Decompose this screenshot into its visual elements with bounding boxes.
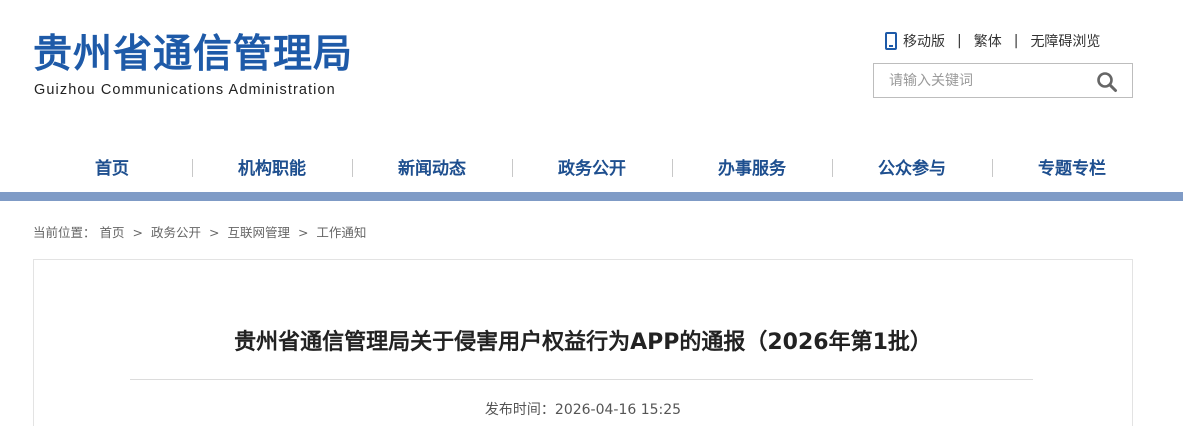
article-title: 贵州省通信管理局关于侵害用户权益行为APP的通报（2026年第1批） [234,330,932,355]
nav-item-services[interactable]: 办事服务 [672,150,832,190]
breadcrumb: 当前位置： 首页 > 政务公开 > 互联网管理 > 工作通知 [33,222,366,241]
breadcrumb-item-internet-management[interactable]: 互联网管理 [227,222,290,241]
nav-item-special-topics[interactable]: 专题专栏 [992,150,1152,190]
search-box [873,63,1133,98]
breadcrumb-item-government-affairs[interactable]: 政务公开 [151,222,201,241]
main-nav: 首页 机构职能 新闻动态 政务公开 办事服务 公众参与 专题专栏 [32,150,1152,190]
publish-time-value: 2026-04-16 15:25 [554,402,682,418]
site-logo-subtitle: Guizhou Communications Administration [34,82,336,98]
mobile-version-link[interactable]: 移动版 [903,31,945,51]
nav-item-news[interactable]: 新闻动态 [352,150,512,190]
site-header: 贵州省通信管理局 Guizhou Communications Administ… [0,0,1183,150]
nav-item-home[interactable]: 首页 [32,150,192,190]
toplink-separator: | [957,33,962,49]
nav-underline-bar [0,192,1183,201]
nav-item-public-participation[interactable]: 公众参与 [832,150,992,190]
site-logo-title[interactable]: 贵州省通信管理局 [33,30,353,80]
search-icon[interactable] [1096,71,1118,93]
nav-item-government-affairs[interactable]: 政务公开 [512,150,672,190]
toplink-separator: | [1013,33,1019,49]
top-links: 移动版 | 繁体 | 无障碍浏览 [885,30,1100,52]
mobile-phone-icon [885,32,897,50]
breadcrumb-item-home[interactable]: 首页 [100,222,125,241]
breadcrumb-item-work-notice[interactable]: 工作通知 [316,222,366,241]
accessibility-link[interactable]: 无障碍浏览 [1030,31,1100,51]
breadcrumb-separator: > [132,225,143,240]
title-divider [130,379,1033,380]
breadcrumb-separator: > [297,225,309,240]
publish-info: 发布时间：2026-04-16 15:25 [0,399,1166,419]
breadcrumb-prefix: 当前位置： [33,225,96,240]
search-input[interactable] [889,64,1089,97]
breadcrumb-separator: > [208,225,220,240]
publish-time-label: 发布时间： [484,402,555,418]
traditional-chinese-link[interactable]: 繁体 [974,31,1002,51]
nav-item-functions[interactable]: 机构职能 [192,150,352,190]
